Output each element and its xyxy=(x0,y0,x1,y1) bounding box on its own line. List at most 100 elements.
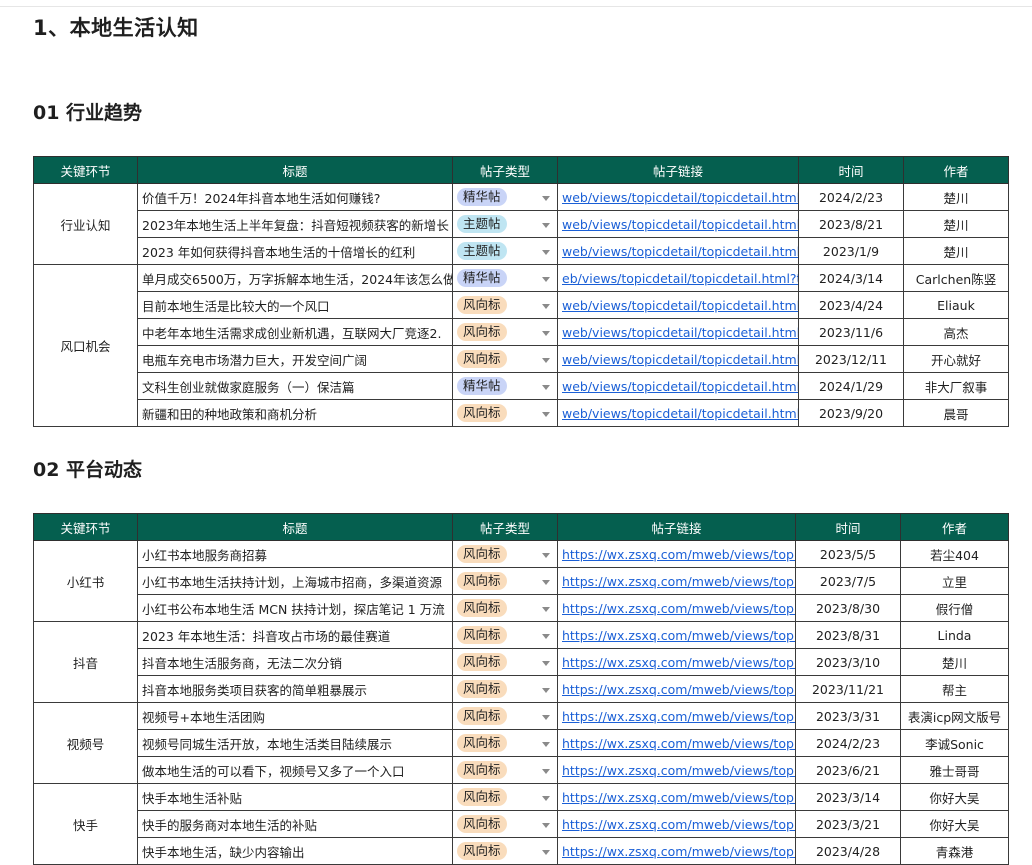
title-cell[interactable]: 视频号+本地生活团购 xyxy=(137,702,453,730)
date-cell[interactable]: 2023/12/11 xyxy=(798,345,904,373)
title-cell[interactable]: 单月成交6500万，万字拆解本地生活，2024年该怎么做 xyxy=(137,264,453,292)
author-cell[interactable]: 非大厂叙事 xyxy=(903,372,1009,400)
date-cell[interactable]: 2024/2/23 xyxy=(798,183,904,211)
post-link[interactable]: https://wx.zsxq.com/mweb/views/topicd xyxy=(557,756,796,784)
author-cell[interactable]: 你好大吴 xyxy=(900,783,1009,811)
post-link[interactable]: https://wx.zsxq.com/mweb/views/topicd xyxy=(557,729,796,757)
chevron-down-icon[interactable] xyxy=(542,412,550,417)
post-link[interactable]: https://wx.zsxq.com/mweb/views/topicd xyxy=(557,648,796,676)
date-cell[interactable]: 2023/3/10 xyxy=(795,648,901,676)
date-cell[interactable]: 2023/11/21 xyxy=(795,675,901,703)
post-link[interactable]: https://wx.zsxq.com/mweb/views/topicd xyxy=(557,540,796,568)
post-link[interactable]: web/views/topicdetail/topicdetail.html?t… xyxy=(557,345,799,373)
chevron-down-icon[interactable] xyxy=(542,607,550,612)
date-cell[interactable]: 2023/3/14 xyxy=(795,783,901,811)
post-link[interactable]: web/views/topicdetail/topicdetail.html?t… xyxy=(557,372,799,400)
chevron-down-icon[interactable] xyxy=(542,553,550,558)
author-cell[interactable]: 楚川 xyxy=(903,237,1009,265)
title-cell[interactable]: 电瓶车充电市场潜力巨大，开发空间广阔 xyxy=(137,345,453,373)
chevron-down-icon[interactable] xyxy=(542,823,550,828)
title-cell[interactable]: 新疆和田的种地政策和商机分析 xyxy=(137,399,453,427)
chevron-down-icon[interactable] xyxy=(542,769,550,774)
column-header-title[interactable]: 标题 xyxy=(137,513,453,541)
post-type-select[interactable]: 风向标 xyxy=(452,729,558,757)
author-cell[interactable]: 李诚Sonic xyxy=(900,729,1009,757)
chevron-down-icon[interactable] xyxy=(542,331,550,336)
date-cell[interactable]: 2023/4/28 xyxy=(795,837,901,865)
chevron-down-icon[interactable] xyxy=(542,688,550,693)
post-type-select[interactable]: 精华帖 xyxy=(452,264,558,292)
date-cell[interactable]: 2023/9/20 xyxy=(798,399,904,427)
column-header-post-type[interactable]: 帖子类型 xyxy=(452,513,558,541)
post-link[interactable]: web/views/topicdetail/topicdetail.html?t… xyxy=(557,318,799,346)
author-cell[interactable]: Carlchen陈竖 xyxy=(903,264,1009,292)
date-cell[interactable]: 2023/8/30 xyxy=(795,594,901,622)
chevron-down-icon[interactable] xyxy=(542,850,550,855)
post-link[interactable]: https://wx.zsxq.com/mweb/views/topicd xyxy=(557,837,796,865)
post-type-select[interactable]: 风向标 xyxy=(452,594,558,622)
title-cell[interactable]: 快手本地生活补贴 xyxy=(137,783,453,811)
chevron-down-icon[interactable] xyxy=(542,742,550,747)
chevron-down-icon[interactable] xyxy=(542,385,550,390)
column-header-author[interactable]: 作者 xyxy=(900,513,1009,541)
column-header-post-type[interactable]: 帖子类型 xyxy=(452,156,558,184)
post-type-select[interactable]: 风向标 xyxy=(452,810,558,838)
title-cell[interactable]: 抖音本地生活服务商，无法二次分销 xyxy=(137,648,453,676)
date-cell[interactable]: 2023/8/31 xyxy=(795,621,901,649)
post-type-select[interactable]: 风向标 xyxy=(452,783,558,811)
title-cell[interactable]: 小红书公布本地生活 MCN 扶持计划，探店笔记 1 万流 xyxy=(137,594,453,622)
key-step-cell[interactable]: 行业认知 xyxy=(33,183,138,265)
title-cell[interactable]: 小红书本地服务商招募 xyxy=(137,540,453,568)
column-header-title[interactable]: 标题 xyxy=(137,156,453,184)
author-cell[interactable]: 楚川 xyxy=(903,210,1009,238)
author-cell[interactable]: 开心就好 xyxy=(903,345,1009,373)
post-type-select[interactable]: 风向标 xyxy=(452,291,558,319)
author-cell[interactable]: 青森港 xyxy=(900,837,1009,865)
post-type-select[interactable]: 主题帖 xyxy=(452,210,558,238)
key-step-cell[interactable]: 快手 xyxy=(33,783,138,865)
date-cell[interactable]: 2024/1/29 xyxy=(798,372,904,400)
author-cell[interactable]: 楚川 xyxy=(900,648,1009,676)
column-header-key-step[interactable]: 关键环节 xyxy=(33,513,138,541)
post-link[interactable]: eb/views/topicdetail/topicdetail.html?to… xyxy=(557,264,799,292)
chevron-down-icon[interactable] xyxy=(542,196,550,201)
post-type-select[interactable]: 风向标 xyxy=(452,567,558,595)
column-header-author[interactable]: 作者 xyxy=(903,156,1009,184)
post-type-select[interactable]: 主题帖 xyxy=(452,237,558,265)
column-header-date[interactable]: 时间 xyxy=(798,156,904,184)
author-cell[interactable]: 你好大吴 xyxy=(900,810,1009,838)
key-step-cell[interactable]: 小红书 xyxy=(33,540,138,622)
chevron-down-icon[interactable] xyxy=(542,580,550,585)
author-cell[interactable]: 晨哥 xyxy=(903,399,1009,427)
column-header-date[interactable]: 时间 xyxy=(795,513,901,541)
post-link[interactable]: https://wx.zsxq.com/mweb/views/topicd xyxy=(557,567,796,595)
post-type-select[interactable]: 风向标 xyxy=(452,702,558,730)
title-cell[interactable]: 2023 年本地生活：抖音攻占市场的最佳赛道 xyxy=(137,621,453,649)
column-header-post-link[interactable]: 帖子链接 xyxy=(557,513,796,541)
title-cell[interactable]: 目前本地生活是比较大的一个风口 xyxy=(137,291,453,319)
chevron-down-icon[interactable] xyxy=(542,634,550,639)
post-type-select[interactable]: 风向标 xyxy=(452,756,558,784)
date-cell[interactable]: 2023/5/5 xyxy=(795,540,901,568)
chevron-down-icon[interactable] xyxy=(542,715,550,720)
post-link[interactable]: https://wx.zsxq.com/mweb/views/topicd xyxy=(557,702,796,730)
key-step-cell[interactable]: 视频号 xyxy=(33,702,138,784)
author-cell[interactable]: 表演icp网文版号 xyxy=(900,702,1009,730)
title-cell[interactable]: 做本地生活的可以看下，视频号又多了一个入口 xyxy=(137,756,453,784)
date-cell[interactable]: 2023/1/9 xyxy=(798,237,904,265)
author-cell[interactable]: Eliauk xyxy=(903,291,1009,319)
post-type-select[interactable]: 风向标 xyxy=(452,540,558,568)
post-type-select[interactable]: 风向标 xyxy=(452,621,558,649)
author-cell[interactable]: 高杰 xyxy=(903,318,1009,346)
column-header-key-step[interactable]: 关键环节 xyxy=(33,156,138,184)
post-type-select[interactable]: 风向标 xyxy=(452,837,558,865)
post-link[interactable]: https://wx.zsxq.com/mweb/views/topicd xyxy=(557,675,796,703)
author-cell[interactable]: 若尘404 xyxy=(900,540,1009,568)
post-type-select[interactable]: 风向标 xyxy=(452,345,558,373)
post-link[interactable]: web/views/topicdetail/topicdetail.html?t… xyxy=(557,291,799,319)
title-cell[interactable]: 抖音本地服务类项目获客的简单粗暴展示 xyxy=(137,675,453,703)
chevron-down-icon[interactable] xyxy=(542,358,550,363)
date-cell[interactable]: 2024/2/23 xyxy=(795,729,901,757)
post-link[interactable]: https://wx.zsxq.com/mweb/views/topicd xyxy=(557,594,796,622)
title-cell[interactable]: 小红书本地生活扶持计划，上海城市招商，多渠道资源 xyxy=(137,567,453,595)
